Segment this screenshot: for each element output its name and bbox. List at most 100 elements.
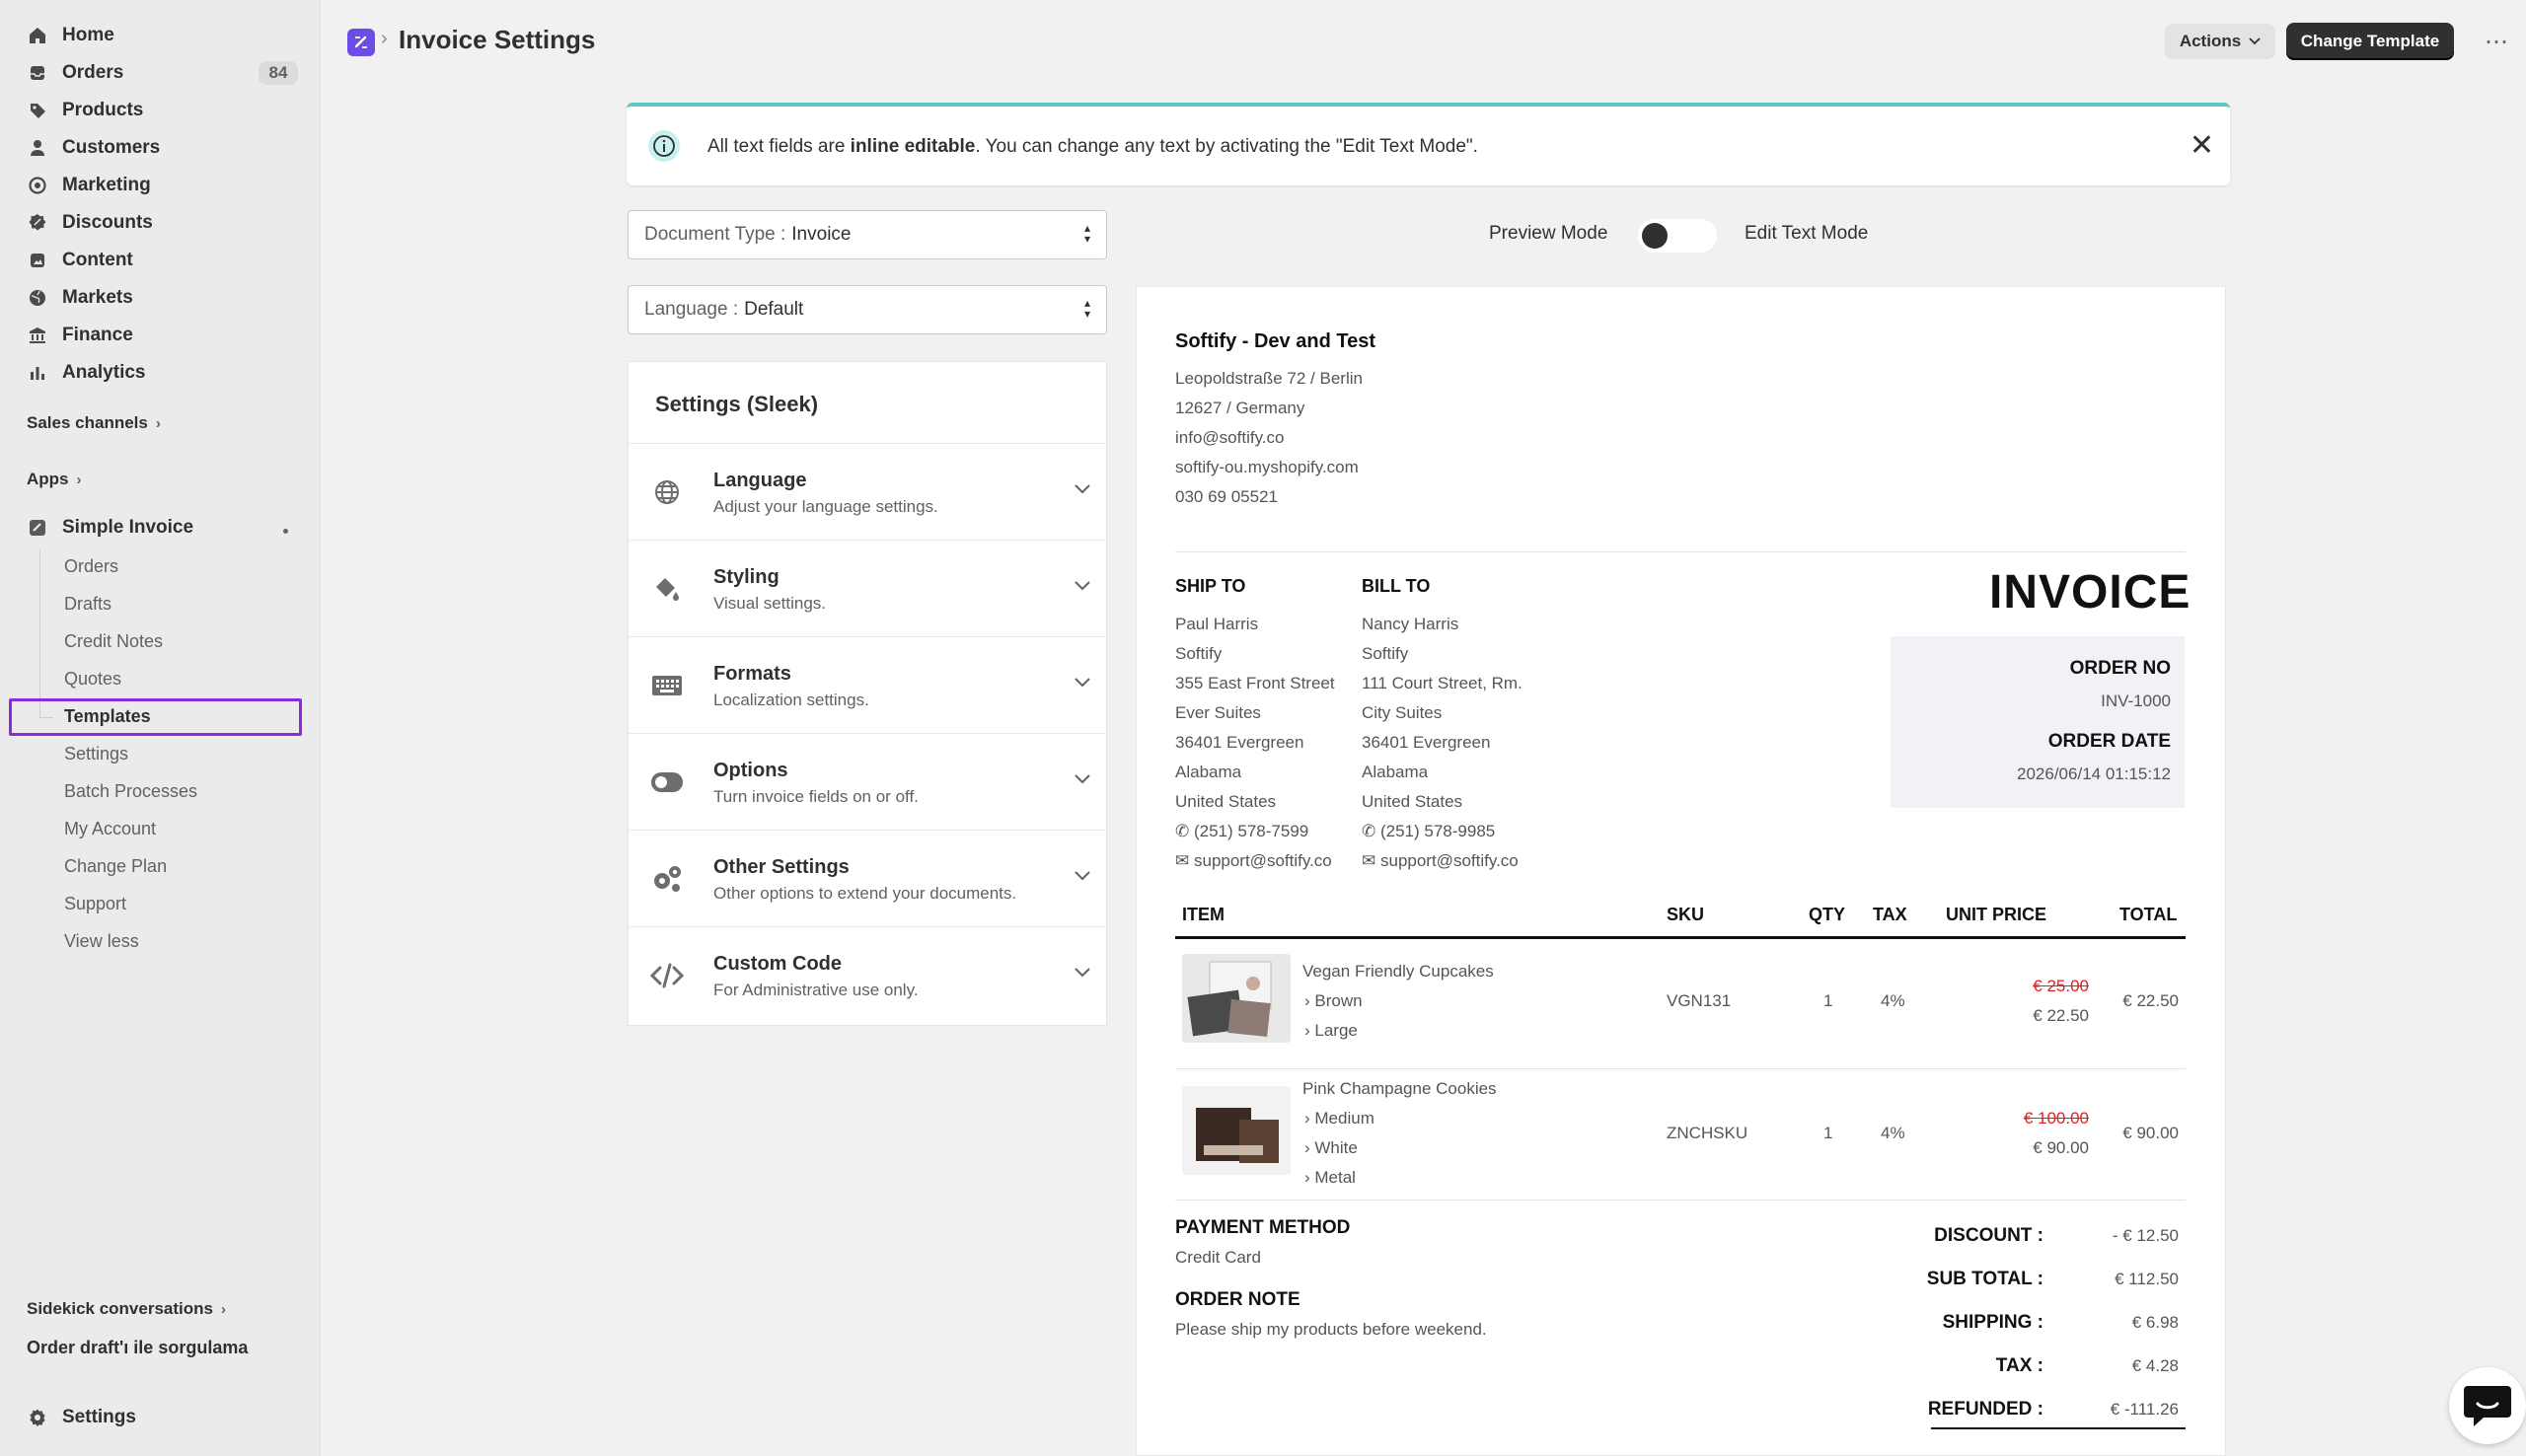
bill-to-line: Softify [1362, 644, 1409, 663]
item-tax: 4% [1881, 1124, 1905, 1142]
gears-icon [650, 864, 684, 894]
sidebar-item-finance[interactable]: Finance [27, 319, 133, 352]
language-select[interactable]: Language : Default ▴ ▾ [628, 285, 1107, 334]
toggle-icon [650, 767, 684, 797]
actions-button[interactable]: Actions [2165, 24, 2275, 59]
sidebar-item-settings[interactable]: Settings [27, 1401, 136, 1434]
bill-to-line: City Suites [1362, 703, 1443, 722]
item-variant: › Brown [1304, 991, 1363, 1010]
ship-to-line: 355 East Front Street [1175, 674, 1335, 692]
shop-address-line: 12627 / Germany [1175, 399, 1305, 417]
bar-chart-icon [27, 362, 48, 384]
ship-to-line: United States [1175, 792, 1277, 811]
sidebar-item-label: Customers [62, 137, 161, 158]
shop-name[interactable]: Softify - Dev and Test [1175, 330, 1375, 353]
shop-domain: softify-ou.myshopify.com [1175, 458, 1359, 476]
bill-to-line: 111 Court Street, Rm. [1362, 674, 1523, 692]
item-price: € 22.50 [2033, 1006, 2089, 1025]
item-variant: › Metal [1304, 1168, 1356, 1187]
item-name: Pink Champagne Cookies [1302, 1079, 1497, 1098]
close-icon[interactable]: ✕ [2190, 128, 2214, 163]
sidebar-item-orders[interactable]: Orders [27, 56, 123, 90]
banner-text: All text fields are inline editable. You… [707, 136, 1478, 158]
shipping-label: SHIPPING : [1942, 1312, 2043, 1333]
sidebar-item-home[interactable]: Home [27, 19, 114, 52]
sales-channels-link[interactable]: Sales channels › [27, 413, 161, 433]
sidebar-item-marketing[interactable]: Marketing [27, 169, 151, 202]
chat-button[interactable] [2449, 1367, 2526, 1444]
sidebar-item-analytics[interactable]: Analytics [27, 356, 145, 390]
sidebar-sub-change-plan[interactable]: Change Plan [64, 851, 167, 881]
sidebar-sub-settings[interactable]: Settings [64, 739, 128, 768]
ship-to-phone: ✆ (251) 578-7599 [1175, 822, 1308, 841]
top-header: › Invoice Settings Actions Change Templa… [322, 0, 2526, 81]
document-type-select[interactable]: Document Type : Invoice ▴ ▾ [628, 210, 1107, 259]
sales-channels-label: Sales channels [27, 413, 148, 432]
sidekick-conversations-link[interactable]: Sidekick conversations › [27, 1299, 226, 1319]
sidebar-item-label: Content [62, 250, 133, 270]
row-divider [1175, 1068, 2186, 1069]
invoice-title[interactable]: INVOICE [1989, 565, 2191, 619]
more-options-icon[interactable]: ⋯ [2485, 28, 2509, 56]
settings-panel-title: Settings (Sleek) [655, 392, 819, 416]
sidebar-item-customers[interactable]: Customers [27, 131, 160, 165]
chevron-down-icon [1075, 961, 1090, 983]
order-date-value: 2026/06/14 01:15:12 [2017, 764, 2171, 783]
row-subtitle: Other options to extend your documents. [713, 884, 1017, 903]
order-no-value: INV-1000 [2101, 692, 2171, 710]
discount-value: - € 12.50 [2112, 1226, 2179, 1245]
sidebar-item-products[interactable]: Products [27, 94, 143, 127]
settings-row-formats[interactable]: Formats Localization settings. [629, 636, 1108, 733]
col-item: ITEM [1182, 905, 1225, 924]
apps-link[interactable]: Apps › [27, 470, 82, 489]
shop-phone: 030 69 05521 [1175, 487, 1278, 506]
change-template-button[interactable]: Change Template [2286, 23, 2454, 60]
sidebar-item-simple-invoice[interactable]: Simple Invoice [27, 511, 193, 545]
edit-text-mode-label: Edit Text Mode [1745, 223, 1869, 244]
ship-to-line: 36401 Evergreen [1175, 733, 1304, 752]
sidebar-sub-support[interactable]: Support [64, 889, 126, 918]
settings-row-styling[interactable]: Styling Visual settings. [629, 540, 1108, 636]
sidebar: Home Orders 84 Products Customers Market… [0, 0, 321, 1456]
chevron-down-icon [1075, 671, 1090, 693]
sidebar-sub-drafts[interactable]: Drafts [64, 589, 111, 619]
conversation-item[interactable]: Order draft'ı ile sorgulama [27, 1338, 248, 1358]
page-title: Invoice Settings [399, 25, 596, 54]
orders-count-badge: 84 [259, 61, 298, 85]
item-variant: › Large [1304, 1021, 1358, 1040]
banner-text-pre: All text fields are [707, 136, 851, 157]
settings-row-custom-code[interactable]: Custom Code For Administrative use only. [629, 926, 1108, 1023]
sidebar-sub-view-less[interactable]: View less [64, 926, 139, 956]
shop-email: info@softify.co [1175, 428, 1285, 447]
sidebar-item-markets[interactable]: Markets [27, 281, 133, 315]
sidebar-sub-orders[interactable]: Orders [64, 551, 118, 581]
sidebar-item-discounts[interactable]: Discounts [27, 206, 153, 240]
simple-invoice-icon [27, 517, 48, 539]
sidebar-item-label: Markets [62, 287, 133, 308]
home-icon [27, 25, 48, 46]
bill-to-line: Alabama [1362, 763, 1429, 781]
sidebar-sub-batch-processes[interactable]: Batch Processes [64, 776, 197, 806]
shipping-value: € 6.98 [2131, 1313, 2179, 1332]
sidebar-sub-credit-notes[interactable]: Credit Notes [64, 626, 163, 656]
discount-label: DISCOUNT : [1934, 1225, 2043, 1246]
person-icon [27, 137, 48, 159]
sidebar-sub-quotes[interactable]: Quotes [64, 664, 121, 693]
sidebar-sub-my-account[interactable]: My Account [64, 814, 156, 843]
sidebar-item-content[interactable]: Content [27, 244, 133, 277]
settings-row-options[interactable]: Options Turn invoice fields on or off. [629, 733, 1108, 830]
item-total: € 22.50 [2122, 991, 2179, 1010]
document-type-label: Document Type : [644, 224, 786, 245]
ship-to-line: Alabama [1175, 763, 1242, 781]
item-old-price: € 100.00 [2023, 1109, 2089, 1128]
settings-row-other-settings[interactable]: Other Settings Other options to extend y… [629, 830, 1108, 926]
settings-panel: Settings (Sleek) Language Adjust your la… [628, 361, 1108, 1026]
settings-row-language[interactable]: Language Adjust your language settings. [629, 443, 1108, 540]
discount-icon [27, 212, 48, 234]
divider [1175, 551, 2186, 552]
bill-to-line: 36401 Evergreen [1362, 733, 1491, 752]
mode-toggle[interactable] [1638, 219, 1717, 253]
breadcrumb-chevron-icon: › [381, 28, 388, 49]
ship-to-email-value: support@softify.co [1193, 851, 1332, 870]
col-total: TOTAL [2119, 905, 2178, 924]
